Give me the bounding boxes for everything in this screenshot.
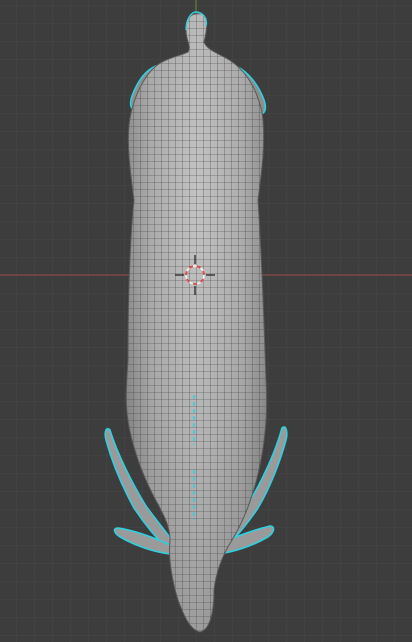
viewport-canvas[interactable]: [0, 0, 412, 642]
3d-viewport[interactable]: [0, 0, 412, 642]
